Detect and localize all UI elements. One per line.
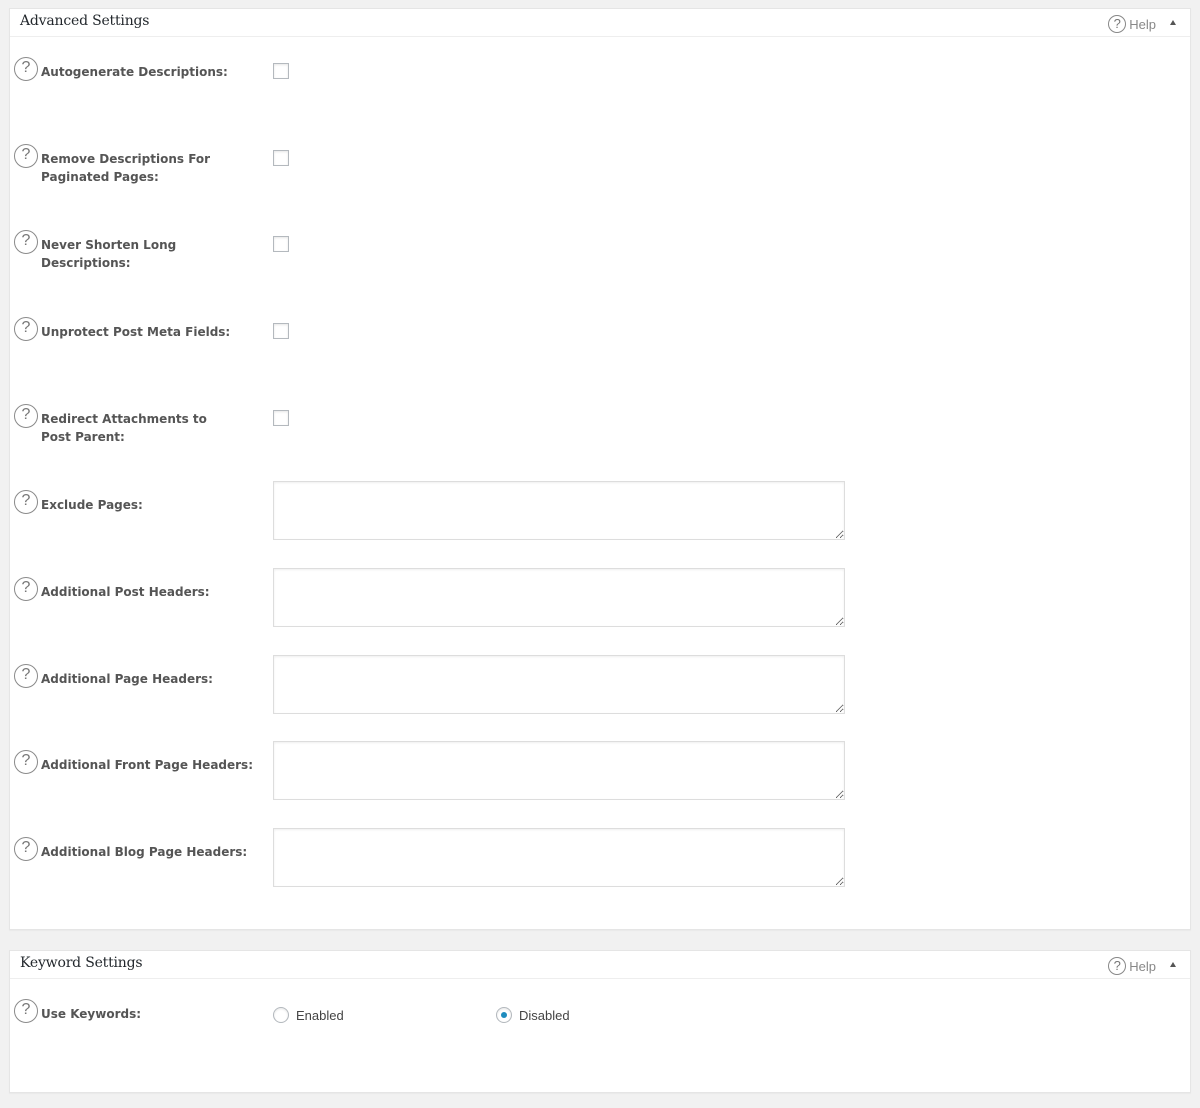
radio-label: Disabled xyxy=(519,1007,570,1023)
help-label: Help xyxy=(1129,958,1156,974)
help-icon[interactable]: ? xyxy=(14,750,38,774)
disabled-radio[interactable] xyxy=(496,1007,512,1023)
help-icon[interactable]: ? xyxy=(14,837,38,861)
setting-label: Additional Front Page Headers: xyxy=(41,758,253,772)
help-icon: ? xyxy=(1108,15,1127,33)
keyword-settings-panel: Keyword Settings ? Help ? Use Keywords: … xyxy=(9,950,1191,1093)
help-icon[interactable]: ? xyxy=(14,999,38,1023)
redirect-attachments-checkbox[interactable] xyxy=(273,410,289,426)
keyword-settings-title: Keyword Settings xyxy=(20,955,143,971)
collapse-arrow-icon[interactable] xyxy=(1170,20,1176,25)
additional-front-page-headers-textarea[interactable] xyxy=(273,741,845,800)
unprotect-post-meta-checkbox[interactable] xyxy=(273,323,289,339)
additional-blog-page-headers-textarea[interactable] xyxy=(273,828,845,887)
help-icon[interactable]: ? xyxy=(14,57,38,81)
advanced-settings-panel: Advanced Settings ? Help ? Autogenerate … xyxy=(9,8,1191,930)
setting-label: Additional Blog Page Headers: xyxy=(41,845,248,859)
setting-label: Redirect Attachments to Post Parent: xyxy=(41,412,207,444)
use-keywords-enabled-option[interactable]: Enabled xyxy=(273,1007,344,1023)
remove-descriptions-paginated-checkbox[interactable] xyxy=(273,150,289,166)
setting-label: Never Shorten Long Descriptions: xyxy=(41,238,177,270)
setting-label: Remove Descriptions For Paginated Pages: xyxy=(41,152,211,184)
radio-label: Enabled xyxy=(296,1007,344,1023)
setting-label: Exclude Pages: xyxy=(41,498,143,512)
keyword-help-link[interactable]: ? Help xyxy=(1108,957,1156,975)
help-icon[interactable]: ? xyxy=(14,664,38,688)
help-icon[interactable]: ? xyxy=(14,490,38,514)
autogenerate-descriptions-checkbox[interactable] xyxy=(273,63,289,79)
additional-post-headers-textarea[interactable] xyxy=(273,568,845,627)
advanced-settings-header: Advanced Settings ? Help xyxy=(10,9,1190,37)
help-icon[interactable]: ? xyxy=(14,317,38,341)
help-icon[interactable]: ? xyxy=(14,577,38,601)
enabled-radio[interactable] xyxy=(273,1007,289,1023)
additional-page-headers-textarea[interactable] xyxy=(273,655,845,714)
setting-label: Autogenerate Descriptions: xyxy=(41,65,228,79)
help-label: Help xyxy=(1129,16,1156,32)
use-keywords-disabled-option[interactable]: Disabled xyxy=(496,1007,570,1023)
advanced-settings-title: Advanced Settings xyxy=(20,13,150,29)
help-icon[interactable]: ? xyxy=(14,144,38,168)
help-icon[interactable]: ? xyxy=(14,230,38,254)
setting-label: Additional Post Headers: xyxy=(41,585,210,599)
collapse-arrow-icon[interactable] xyxy=(1170,962,1176,967)
setting-label: Use Keywords: xyxy=(41,1007,142,1021)
help-icon[interactable]: ? xyxy=(14,404,38,428)
advanced-help-link[interactable]: ? Help xyxy=(1108,15,1156,33)
keyword-settings-header: Keyword Settings ? Help xyxy=(10,951,1190,979)
setting-label: Unprotect Post Meta Fields: xyxy=(41,325,231,339)
help-icon: ? xyxy=(1108,957,1127,975)
never-shorten-descriptions-checkbox[interactable] xyxy=(273,236,289,252)
exclude-pages-textarea[interactable] xyxy=(273,481,845,540)
setting-label: Additional Page Headers: xyxy=(41,672,213,686)
